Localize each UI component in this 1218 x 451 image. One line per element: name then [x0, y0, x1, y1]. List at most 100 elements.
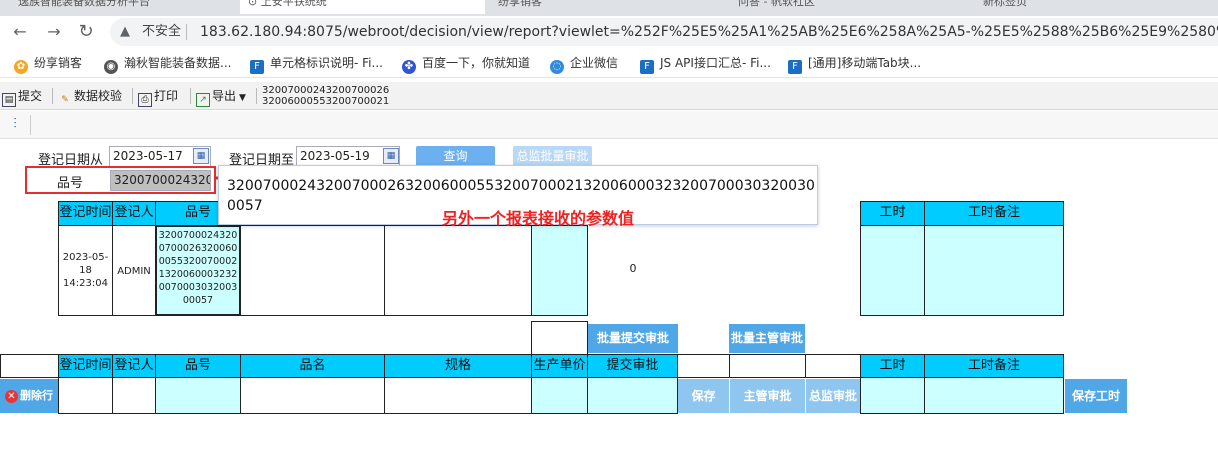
sliders-icon[interactable]: ⫶: [6, 115, 24, 133]
bookmark-4[interactable]: ✤ 百度一下，你就知道: [402, 54, 531, 74]
director-approve-button[interactable]: 总监审批: [806, 379, 860, 413]
save-hours-button[interactable]: 保存工时: [1065, 379, 1127, 413]
column-header: 生产单价: [531, 354, 588, 378]
bookmark-5[interactable]: ◌ 企业微信: [550, 54, 619, 74]
table-cell: [112, 377, 156, 414]
table-cell-hours[interactable]: [860, 377, 925, 414]
table-cell: [384, 225, 532, 316]
table-cell-person: ADMIN: [112, 225, 156, 316]
table-cell-hours-note[interactable]: [924, 225, 1064, 316]
bookmark-3[interactable]: F 单元格标识说明- Fi...: [250, 54, 383, 74]
back-icon[interactable]: ←: [8, 20, 32, 44]
browser-tab-strip: 逸族智能装备数据分析平台 ⊙ 上安平铁统统 纷享销客 问答 - 帆软社区 新标签…: [0, 0, 1218, 16]
toolbar-divider: [256, 88, 257, 104]
bookmark-label: [通用]移动端Tab块...: [808, 56, 922, 70]
validate-label: 数据校验: [74, 89, 123, 103]
bookmark-label: 单元格标识说明- Fi...: [270, 56, 383, 70]
column-header: [805, 354, 861, 378]
toolbar-divider: [30, 115, 31, 135]
parameter-preview: 32007000243200700026 3200600055320070002…: [262, 85, 390, 107]
column-header: [0, 354, 59, 378]
table-cell[interactable]: [531, 377, 588, 414]
column-header: 登记时间: [58, 354, 113, 378]
bulk-manager-approve-button[interactable]: 批量主管审批: [729, 324, 805, 353]
table-cell-part-number[interactable]: [155, 377, 241, 414]
print-button[interactable]: ⎙ 打印: [138, 88, 179, 107]
table-cell[interactable]: [531, 225, 588, 316]
column-header: [677, 354, 730, 378]
save-button[interactable]: 保存: [678, 379, 729, 413]
report-toolbar: ▤ 提交 ✎ 数据校验 ⎙ 打印 ↗ 导出 ▼ 32007000243200700026 …: [0, 82, 1218, 110]
chevron-down-icon: ▼: [239, 93, 246, 103]
calendar-icon[interactable]: ▦: [383, 148, 399, 164]
forward-icon[interactable]: →: [42, 20, 66, 44]
url-field[interactable]: ▲ 不安全 183.62.180.94:8075/webroot/decisio…: [110, 18, 1218, 46]
warning-icon[interactable]: ▲: [120, 18, 130, 46]
bookmark-label: 企业微信: [570, 56, 619, 70]
tab-label: 上安平铁统统: [260, 0, 327, 8]
browser-tab-4[interactable]: 问答 - 帆软社区: [730, 0, 960, 14]
printer-icon: ⎙: [138, 93, 152, 107]
address-bar: ← → ↻ ▲ 不安全 183.62.180.94:8075/webroot/d…: [0, 16, 1218, 48]
bulk-director-approve-button[interactable]: 总监批量审批: [513, 146, 592, 167]
bookmark-label: 纷享销客: [34, 56, 83, 70]
print-label: 打印: [154, 89, 179, 103]
security-label: 不安全: [142, 24, 182, 39]
submit-label: 提交: [18, 89, 43, 103]
globe-icon: ◉: [104, 60, 118, 74]
bulk-submit-approve-button[interactable]: 批量提交审批: [588, 324, 678, 353]
bookmark-label: JS API接口汇总- Fi...: [660, 56, 771, 70]
browser-tab-5[interactable]: 新标签页: [975, 0, 1205, 14]
validate-button[interactable]: ✎ 数据校验: [58, 88, 123, 105]
export-label: 导出: [212, 89, 237, 103]
column-header: 提交审批: [587, 354, 678, 378]
column-header: 工时: [860, 354, 925, 378]
export-button[interactable]: ↗ 导出 ▼: [196, 88, 246, 107]
tab-icon: ⊙: [248, 0, 261, 8]
browser-tab-1[interactable]: 逸族智能装备数据分析平台: [10, 0, 240, 14]
column-header: 登记时间: [58, 201, 113, 226]
column-header: 登记人: [112, 354, 156, 378]
bookmark-2[interactable]: ◉ 瀚秋智能装备数据...: [104, 54, 232, 74]
table-cell: [240, 377, 385, 414]
bookmark-label: 百度一下，你就知道: [422, 56, 531, 70]
fxiaoke-icon: ✿: [14, 60, 28, 74]
toolbar-divider: [132, 88, 133, 104]
fr-icon: F: [640, 60, 654, 74]
annotation-text: 另外一个报表接收的参数值: [442, 209, 635, 228]
bookmark-7[interactable]: F [通用]移动端Tab块...: [788, 54, 922, 74]
table-cell: [384, 377, 532, 414]
bookmarks-bar: ✿ 纷享销客 ◉ 瀚秋智能装备数据... F 单元格标识说明- Fi... ✤ 百度一下…: [0, 48, 1218, 78]
column-header: 工时备注: [924, 201, 1064, 226]
save-icon: ▤: [2, 93, 16, 107]
column-header: 工时: [860, 201, 925, 226]
table-cell-hours-note[interactable]: [924, 377, 1064, 414]
bookmark-6[interactable]: F JS API接口汇总- Fi...: [640, 54, 771, 74]
baidu-icon: ✤: [402, 60, 416, 74]
delete-row-label: 删除行: [20, 389, 53, 402]
manager-approve-button[interactable]: 主管审批: [730, 379, 805, 413]
browser-tab-3[interactable]: 纷享销客: [490, 0, 720, 14]
column-header: [729, 354, 806, 378]
delete-row-button[interactable]: ✕ 删除行: [0, 379, 58, 413]
column-header: 品号: [155, 354, 241, 378]
table-cell: [531, 321, 588, 355]
query-button[interactable]: 查询: [416, 146, 495, 167]
bookmark-label: 瀚秋智能装备数据...: [124, 56, 232, 70]
calendar-icon[interactable]: ▦: [193, 148, 209, 164]
reload-icon[interactable]: ↻: [74, 20, 98, 44]
toolbar-divider: [52, 88, 53, 104]
table-cell-part-number[interactable]: 3200700024320070002632006000553200700021…: [155, 225, 241, 316]
fr-icon: F: [250, 60, 264, 74]
submit-button[interactable]: ▤ 提交: [2, 88, 43, 107]
table-cell[interactable]: [587, 377, 678, 414]
highlight-box: [25, 166, 216, 194]
browser-tab-2[interactable]: ⊙ 上安平铁统统: [240, 0, 485, 14]
close-icon: ✕: [5, 390, 18, 403]
export-icon: ↗: [196, 93, 210, 107]
table-cell-hours[interactable]: [860, 225, 925, 316]
column-header: 品名: [240, 354, 385, 378]
omnibox-divider: [186, 24, 187, 40]
wand-icon: ✎: [61, 95, 69, 105]
bookmark-1[interactable]: ✿ 纷享销客: [14, 54, 83, 74]
